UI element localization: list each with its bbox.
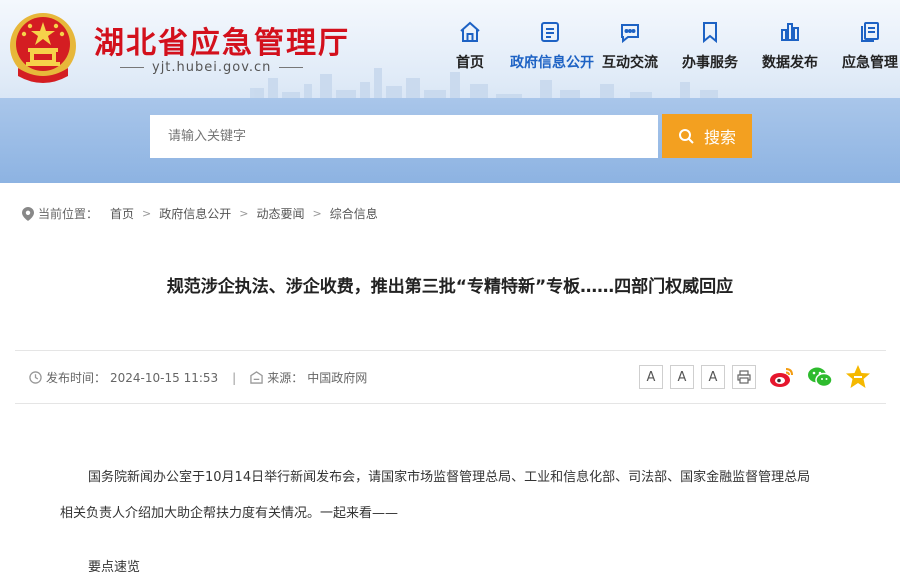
breadcrumb-separator-icon: > [142, 207, 152, 220]
bookmark-icon [703, 22, 717, 44]
nav-item-home[interactable]: 首页 [430, 20, 510, 72]
bar-chart-icon [781, 23, 799, 41]
article-paragraph: 相关负责人介绍加大助企帮扶力度有关情况。一起来看—— [60, 506, 399, 521]
files-icon [861, 22, 879, 42]
publish-time-label: 发布时间： [46, 371, 107, 385]
document-icon [541, 22, 559, 42]
print-button[interactable] [732, 365, 756, 389]
url-dash-right [279, 67, 304, 68]
chat-icon [621, 24, 639, 44]
font-small-button[interactable]: A [701, 365, 725, 389]
breadcrumb: 当前位置： 首页 > 政府信息公开 > 动态要闻 > 综合信息 [22, 205, 378, 222]
source-label: 来源： [267, 371, 304, 385]
source: 中国政府网 [307, 371, 368, 385]
url-dash-left [120, 67, 144, 68]
article-meta: 发布时间： 2024-10-15 11:53 | 来源： 中国政府网 [29, 369, 367, 386]
font-medium-button[interactable]: A [670, 365, 694, 389]
source-icon [250, 371, 263, 384]
main-nav: 首页 政府信息公开 互动交流 办事服务 数据发布 应急管理 [430, 20, 900, 72]
breadcrumb-gov-info[interactable]: 政府信息公开 [159, 205, 231, 222]
article-subheading: 要点速览 [88, 560, 141, 572]
national-emblem-icon [10, 13, 76, 83]
share-buttons [769, 364, 871, 390]
article-meta-bar: 发布时间： 2024-10-15 11:53 | 来源： 中国政府网 A A A [15, 350, 886, 404]
nav-label: 首页 [456, 55, 484, 71]
search-button-label: 搜索 [703, 128, 736, 147]
site-header: 湖北省应急管理厅 yjt.hubei.gov.cn 首页 政府信息公开 互动交流 [0, 0, 900, 183]
print-icon [737, 370, 751, 384]
breadcrumb-prefix: 当前位置： [38, 207, 99, 221]
nav-item-gov-info[interactable]: 政府信息公开 [510, 20, 594, 72]
search-icon [678, 129, 694, 144]
meta-divider: | [232, 370, 237, 385]
nav-label: 互动交流 [602, 55, 658, 71]
breadcrumb-separator-icon: > [312, 207, 322, 220]
font-large-button[interactable]: A [639, 365, 663, 389]
breadcrumb-general[interactable]: 综合信息 [330, 205, 378, 222]
font-size-controls: A A A [639, 365, 756, 389]
nav-label: 应急管理 [842, 55, 898, 71]
qzone-star-icon[interactable] [845, 364, 871, 390]
publish-time: 2024-10-15 11:53 [110, 370, 219, 385]
nav-label: 数据发布 [762, 55, 818, 71]
wechat-icon[interactable] [807, 364, 833, 390]
article-paragraph: 国务院新闻办公室于10月14日举行新闻发布会，请国家市场监督管理总局、工业和信息… [88, 470, 811, 485]
location-pin-icon [22, 206, 34, 221]
breadcrumb-separator-icon: > [239, 207, 249, 220]
site-url: yjt.hubei.gov.cn [112, 60, 311, 75]
article-title: 规范涉企执法、涉企收费，推出第三批“专精特新”专板……四部门权威回应 [166, 277, 734, 297]
nav-label: 办事服务 [682, 55, 738, 71]
breadcrumb-home[interactable]: 首页 [110, 205, 134, 222]
breadcrumb-news[interactable]: 动态要闻 [256, 205, 304, 222]
weibo-icon[interactable] [769, 364, 795, 390]
nav-item-services[interactable]: 办事服务 [670, 20, 750, 72]
home-icon [460, 21, 480, 42]
search-input[interactable] [150, 115, 658, 158]
clock-icon [29, 371, 42, 384]
nav-item-data[interactable]: 数据发布 [750, 20, 830, 72]
site-title: 湖北省应急管理厅 [94, 26, 350, 61]
nav-label: 政府信息公开 [510, 55, 594, 71]
search-button[interactable]: 搜索 [662, 114, 752, 158]
article-body: 国务院新闻办公室于10月14日举行新闻发布会，请国家市场监督管理总局、工业和信息… [60, 460, 850, 572]
nav-item-interaction[interactable]: 互动交流 [590, 20, 670, 72]
nav-item-emergency[interactable]: 应急管理 [830, 20, 900, 72]
site-url-text: yjt.hubei.gov.cn [152, 60, 272, 75]
